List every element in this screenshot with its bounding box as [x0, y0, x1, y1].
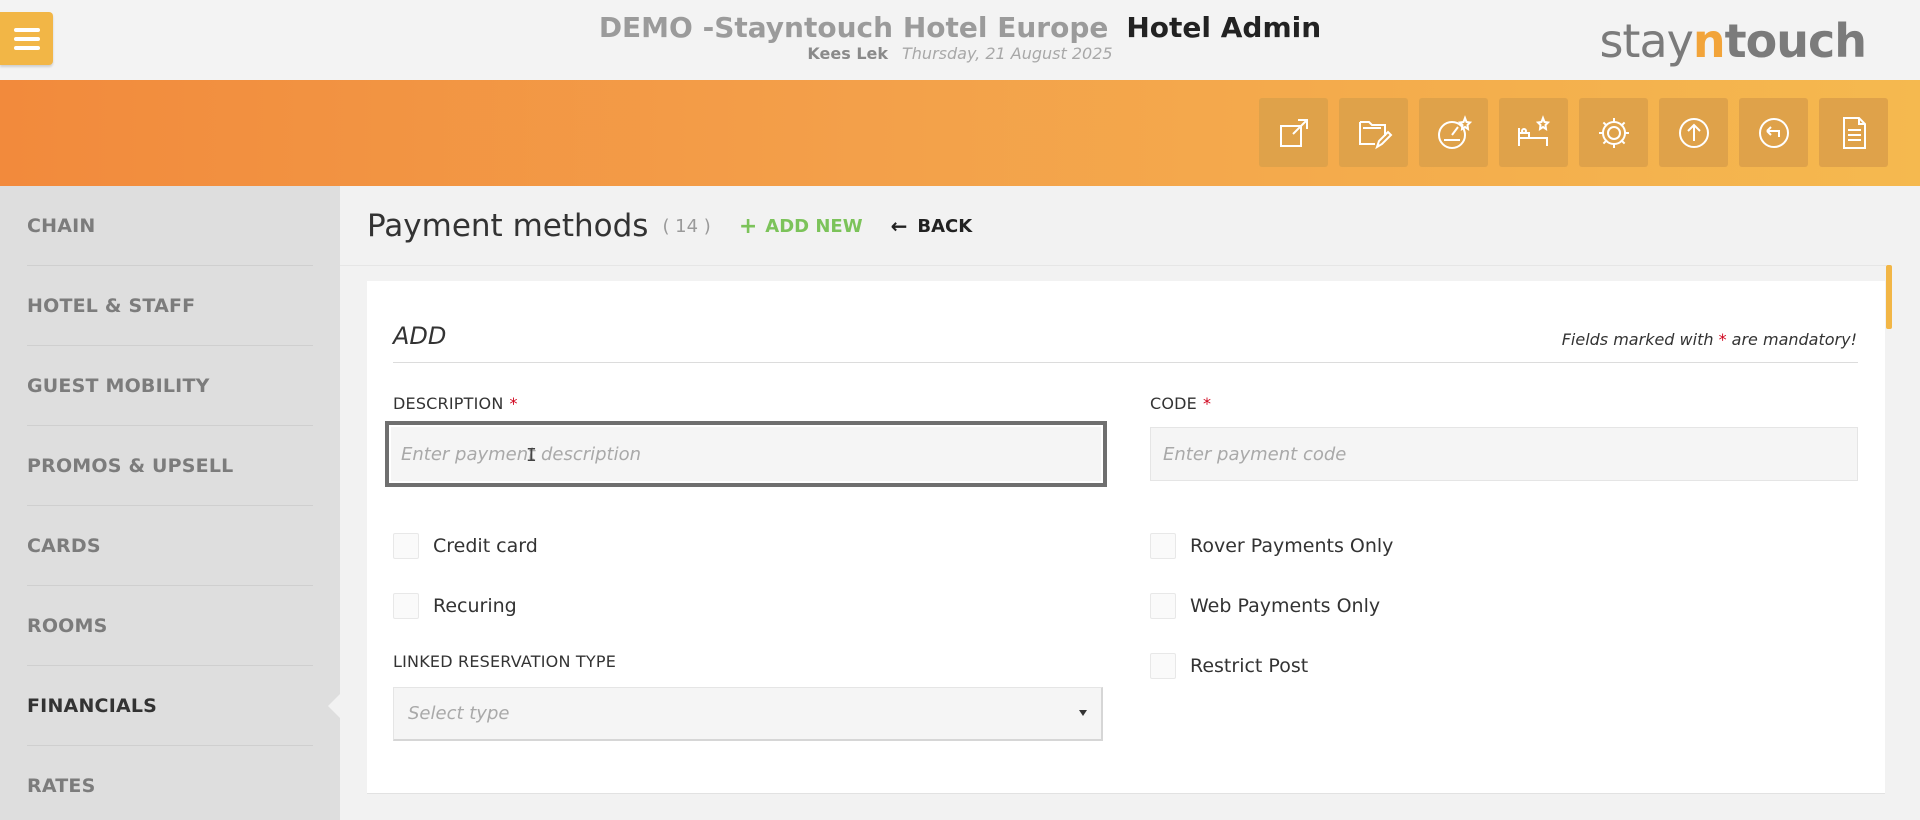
sidebar-item-financials[interactable]: FINANCIALS: [27, 666, 313, 746]
form-heading: ADD: [393, 322, 447, 350]
user-name: Kees Lek: [807, 44, 889, 63]
content-divider: [340, 265, 1888, 266]
select-value: Select type: [408, 703, 510, 724]
description-input[interactable]: [385, 421, 1107, 487]
linked-reservation-type-label: LINKED RESERVATION TYPE: [393, 652, 617, 671]
back-button[interactable]: ← BACK: [891, 214, 973, 238]
web-payments-checkbox[interactable]: [1150, 593, 1176, 619]
page-heading: Payment methods ( 14 ) + ADD NEW ← BACK: [367, 206, 972, 246]
mandatory-note: Fields marked with * are mandatory!: [1561, 330, 1857, 349]
scrollbar-thumb[interactable]: [1886, 265, 1892, 329]
hotel-name: DEMO -Stayntouch Hotel Europe: [598, 11, 1109, 44]
recuring-checkbox-row[interactable]: Recuring: [393, 593, 517, 619]
credit-card-checkbox[interactable]: [393, 533, 419, 559]
caret-down-icon: [1079, 710, 1087, 716]
sidebar-item-hotel-staff[interactable]: HOTEL & STAFF: [27, 266, 313, 346]
web-payments-checkbox-row[interactable]: Web Payments Only: [1150, 593, 1380, 619]
bed-star-button[interactable]: [1499, 98, 1568, 167]
toolbar-band: [0, 80, 1920, 186]
plus-icon: +: [738, 213, 758, 239]
restrict-post-checkbox[interactable]: [1150, 653, 1176, 679]
sidebar-item-guest-mobility[interactable]: GUEST MOBILITY: [27, 346, 313, 426]
page-title: Payment methods: [367, 208, 649, 244]
restrict-post-label: Restrict Post: [1190, 655, 1309, 677]
sidebar-item-rates[interactable]: RATES: [27, 746, 313, 820]
sidebar-item-rooms[interactable]: ROOMS: [27, 586, 313, 666]
web-payments-label: Web Payments Only: [1190, 595, 1381, 617]
back-circle-icon: [1758, 117, 1789, 148]
credit-card-label: Credit card: [433, 535, 538, 557]
app-name: Hotel Admin: [1126, 11, 1322, 44]
document-icon: [1842, 116, 1866, 149]
sidebar-item-cards[interactable]: CARDS: [27, 506, 313, 586]
current-date: Thursday, 21 August 2025: [902, 44, 1113, 63]
folder-edit-icon: [1358, 120, 1392, 149]
arrow-left-icon: ←: [890, 214, 908, 238]
sidebar: CHAIN HOTEL & STAFF GUEST MOBILITY PROMO…: [0, 186, 340, 820]
add-new-label: ADD NEW: [765, 215, 863, 237]
upload-button[interactable]: [1659, 98, 1728, 167]
code-input[interactable]: [1150, 427, 1858, 481]
bed-star-icon: [1517, 114, 1550, 146]
rover-payments-checkbox[interactable]: [1150, 533, 1176, 559]
text-cursor-icon: I: [526, 445, 537, 466]
upload-circle-icon: [1678, 117, 1709, 148]
rover-payments-checkbox-row[interactable]: Rover Payments Only: [1150, 533, 1393, 559]
rover-payments-label: Rover Payments Only: [1190, 535, 1394, 557]
gear-icon: [1598, 117, 1629, 148]
add-new-button[interactable]: + ADD NEW: [739, 214, 863, 239]
external-link-icon: [1279, 118, 1308, 147]
settings-button[interactable]: [1579, 98, 1648, 167]
recuring-label: Recuring: [433, 595, 517, 617]
active-indicator-arrow: [328, 694, 340, 718]
restrict-post-checkbox-row[interactable]: Restrict Post: [1150, 653, 1308, 679]
code-label: CODE *: [1150, 394, 1212, 413]
top-header: DEMO -Stayntouch Hotel Europe Hotel Admin…: [0, 0, 1920, 80]
scrollbar-track[interactable]: [1886, 265, 1892, 820]
back-label: BACK: [917, 215, 973, 237]
sidebar-item-promos-upsell[interactable]: PROMOS & UPSELL: [27, 426, 313, 506]
linked-reservation-type-select[interactable]: Select type: [393, 687, 1103, 741]
external-link-button[interactable]: [1259, 98, 1328, 167]
card-bottom-border: [367, 793, 1885, 794]
item-count: ( 14 ): [662, 215, 711, 237]
document-button[interactable]: [1819, 98, 1888, 167]
brand-logo: stayntouch: [1599, 14, 1867, 68]
description-label: DESCRIPTION *: [393, 394, 518, 413]
sidebar-item-chain[interactable]: CHAIN: [27, 186, 313, 266]
recuring-checkbox[interactable]: [393, 593, 419, 619]
credit-card-checkbox-row[interactable]: Credit card: [393, 533, 538, 559]
dashboard-star-button[interactable]: [1419, 98, 1488, 167]
folder-edit-button[interactable]: [1339, 98, 1408, 167]
back-circle-button[interactable]: [1739, 98, 1808, 167]
form-divider: [393, 362, 1858, 363]
dashboard-star-icon: [1437, 114, 1472, 149]
